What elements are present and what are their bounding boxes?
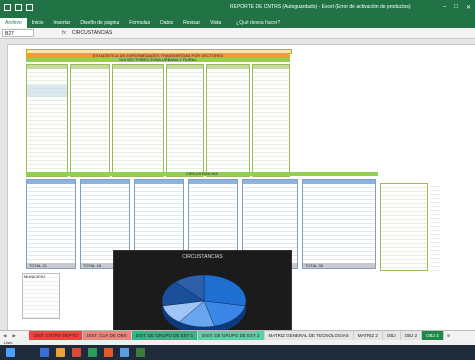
side-values[interactable] [430, 183, 440, 271]
formula-bar: B27 fx CIRCUSTANCIAS [0, 28, 475, 39]
tab-archivo[interactable]: Archivo [0, 18, 27, 28]
tab-insertar[interactable]: Insertar [48, 20, 75, 26]
ribbon-tabs: Archivo Inicio Insertar Diseño de página… [0, 18, 475, 28]
close-button[interactable]: ✕ [466, 4, 471, 11]
add-sheet-button[interactable]: ⊕ [444, 333, 454, 339]
sub-banner: DIA SECTORES ZONA URBANA Y RURAL [26, 58, 290, 62]
taskbar [0, 345, 475, 360]
table-total: TOTAL 35 [303, 263, 375, 268]
mid-banner: CIRCUSTANCIAS [26, 172, 378, 176]
pie-chart[interactable]: CIRCUSTANCIAS [113, 250, 292, 340]
formula-input[interactable]: CIRCUSTANCIAS [72, 30, 112, 36]
app-icon[interactable] [88, 348, 97, 357]
excel-icon[interactable] [136, 348, 145, 357]
summary-label: MUNICIPIO [24, 274, 46, 279]
tab-revisar[interactable]: Revisar [178, 20, 205, 26]
window-title: REPORTE DE CNTRS (Autoguardado) - Excel … [230, 4, 411, 10]
column-headers[interactable] [7, 39, 475, 45]
tab-datos[interactable]: Datos [155, 20, 178, 26]
save-icon[interactable] [4, 4, 11, 11]
quick-access-toolbar [4, 4, 33, 11]
tab-inicio[interactable]: Inicio [27, 20, 49, 26]
blue-table-1[interactable]: TOTAL 21 [26, 179, 76, 269]
side-table[interactable] [380, 183, 428, 271]
tab-diseno[interactable]: Diseño de página [75, 20, 124, 26]
app-icon[interactable] [104, 348, 113, 357]
table-total: TOTAL 21 [27, 263, 75, 268]
start-icon[interactable] [6, 348, 15, 357]
row-headers[interactable] [0, 39, 8, 330]
fx-icon[interactable]: fx [62, 30, 66, 36]
name-box[interactable]: B27 [2, 29, 34, 37]
summary-table[interactable]: MUNICIPIO [22, 273, 60, 319]
undo-icon[interactable] [15, 4, 22, 11]
blue-table-6[interactable]: TOTAL 35 [302, 179, 376, 269]
title-bar: REPORTE DE CNTRS (Autoguardado) - Excel … [0, 0, 475, 18]
redo-icon[interactable] [26, 4, 33, 11]
folder-icon[interactable] [56, 348, 65, 357]
app-icon[interactable] [40, 348, 49, 357]
data-table-1[interactable] [26, 64, 68, 177]
pie-chart-svg [161, 274, 247, 334]
tab-next-button[interactable]: ▶ [9, 333, 18, 339]
data-table-5[interactable] [206, 64, 250, 177]
tab-prev-button[interactable]: ◀ [0, 333, 9, 339]
app-icon[interactable] [72, 348, 81, 357]
app-icon[interactable] [120, 348, 129, 357]
maximize-button[interactable]: □ [454, 4, 458, 11]
data-table-6[interactable] [252, 64, 290, 177]
tab-formulas[interactable]: Fórmulas [124, 20, 155, 26]
tab-more-button[interactable]: … [19, 334, 30, 339]
tab-vista[interactable]: Vista [205, 20, 226, 26]
minimize-button[interactable]: – [443, 4, 446, 11]
data-table-2[interactable] [70, 64, 110, 177]
tell-me-input[interactable]: ¿Qué desea hacer? [236, 20, 280, 26]
pie-slice-1[interactable] [203, 274, 247, 307]
data-table-3[interactable] [112, 64, 164, 177]
data-table-4[interactable] [166, 64, 204, 177]
